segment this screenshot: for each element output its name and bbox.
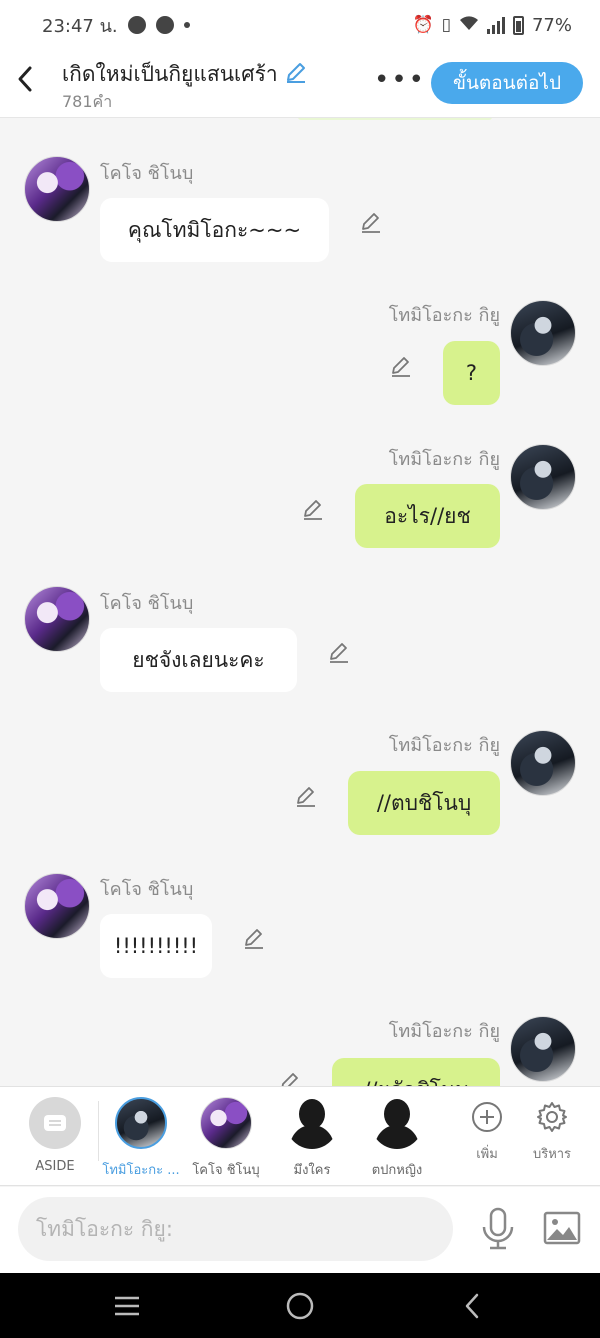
aside-icon — [29, 1097, 81, 1149]
silhouette-avatar — [286, 1097, 338, 1149]
giyu-avatar[interactable] — [510, 444, 576, 510]
system-navigation-bar — [0, 1273, 600, 1338]
story-title[interactable]: เกิดใหม่เป็นกิยูแสนเศร้า — [62, 58, 308, 91]
back-button[interactable] — [12, 64, 38, 100]
message-sender: โคโจ ชิโนบุ — [100, 163, 194, 184]
plus-circle-icon — [457, 1099, 517, 1135]
giyu-avatar[interactable] — [510, 730, 576, 796]
next-step-button[interactable]: ขั้นตอนต่อไป — [431, 62, 583, 104]
chat-area[interactable]: โคโจ ชิโนบุ คุณโทมิโอกะ~~~ โทมิโอะกะ กิย… — [0, 118, 600, 1086]
vibrate-icon: ▯ — [441, 15, 451, 35]
microphone-button[interactable] — [480, 1207, 516, 1251]
character-label: มึงใคร — [293, 1163, 331, 1178]
giyu-avatar[interactable] — [510, 300, 576, 366]
edit-message-icon[interactable] — [327, 640, 351, 664]
alarm-icon: ⏰ — [412, 15, 434, 35]
menu-icon — [115, 1296, 139, 1316]
character-unknown[interactable]: มึงใคร — [272, 1097, 352, 1180]
message-sender: โคโจ ชิโนบุ — [100, 593, 194, 614]
image-button[interactable] — [543, 1211, 581, 1245]
facebook-icon — [155, 16, 174, 34]
divider — [98, 1101, 99, 1161]
message-bubble[interactable]: ? — [443, 341, 500, 405]
story-header: เกิดใหม่เป็นกิยูแสนเศร้า 781คำ ••• ขั้นต… — [0, 50, 600, 118]
giyu-avatar[interactable] — [510, 1016, 576, 1082]
chevron-left-icon — [465, 1293, 479, 1319]
silhouette-avatar — [371, 1097, 423, 1149]
character-shinobu[interactable]: โคโจ ชิโนบุ — [186, 1097, 266, 1180]
edit-message-icon[interactable] — [242, 926, 266, 950]
message-sender: โทมิโอะกะ กิยู — [388, 449, 500, 470]
shinobu-avatar — [200, 1097, 252, 1149]
home-button[interactable] — [280, 1291, 320, 1321]
composer — [0, 1187, 600, 1273]
message-bubble[interactable]: อะไร//ยช — [355, 484, 500, 548]
character-aside[interactable]: ASIDE — [15, 1097, 95, 1174]
shinobu-avatar[interactable] — [24, 873, 90, 939]
edit-title-icon[interactable] — [284, 60, 308, 89]
word-count: 781คำ — [62, 92, 113, 111]
story-title-text: เกิดใหม่เป็นกิยูแสนเศร้า — [62, 62, 278, 86]
status-bar: 23:47 น. ⏰ ▯ 77% — [0, 0, 600, 50]
signal-icon — [486, 16, 505, 34]
manage-characters-button[interactable]: บริหาร — [522, 1099, 582, 1164]
edit-message-icon[interactable] — [278, 1070, 302, 1086]
giyu-avatar — [115, 1097, 167, 1149]
character-label: โทมิโอะกะ ... — [102, 1163, 180, 1178]
message-bubble[interactable]: //ตบชิโนบุ — [348, 771, 500, 835]
system-back-button[interactable] — [452, 1291, 492, 1321]
message-bubble[interactable]: คุณโทมิโอกะ~~~ — [100, 198, 329, 262]
manage-label: บริหาร — [532, 1147, 572, 1162]
battery-icon — [512, 15, 524, 35]
character-extra[interactable]: ตปกหญิง — [357, 1097, 437, 1180]
home-circle-icon — [286, 1292, 314, 1320]
character-label: ตปกหญิง — [371, 1163, 423, 1178]
message-input[interactable] — [18, 1197, 453, 1261]
message-bubble[interactable]: !!!!!!!!!! — [100, 914, 212, 978]
previous-bubble-edge — [298, 118, 492, 120]
character-giyu[interactable]: โทมิโอะกะ ... — [101, 1097, 181, 1180]
edit-message-icon[interactable] — [389, 354, 413, 378]
message-sender: โทมิโอะกะ กิยู — [388, 1021, 500, 1042]
battery-percent: 77% — [531, 14, 572, 36]
message-sender: โคโจ ชิโนบุ — [100, 879, 194, 900]
add-label: เพิ่ม — [476, 1147, 498, 1162]
more-options-button[interactable]: ••• — [374, 67, 426, 93]
message-bubble[interactable]: ยชจังเลยนะคะ — [100, 628, 297, 692]
more-notifications-icon — [183, 22, 190, 28]
shinobu-avatar[interactable] — [24, 586, 90, 652]
shinobu-avatar[interactable] — [24, 156, 90, 222]
character-label: ASIDE — [35, 1159, 75, 1174]
edit-message-icon[interactable] — [359, 210, 383, 234]
microphone-icon — [482, 1207, 514, 1250]
edit-message-icon[interactable] — [294, 784, 318, 808]
character-selector: ASIDE โทมิโอะกะ ... โคโจ ชิโนบุ มึงใคร ต… — [0, 1086, 600, 1186]
wifi-icon — [459, 15, 479, 36]
add-character-button[interactable]: เพิ่ม — [457, 1099, 517, 1164]
message-bubble[interactable]: //ผลักชิโนบุ — [332, 1058, 500, 1086]
recent-apps-button[interactable] — [107, 1291, 147, 1321]
image-icon — [543, 1211, 581, 1245]
notification-icon — [127, 16, 146, 34]
message-sender: โทมิโอะกะ กิยู — [388, 305, 500, 326]
gear-icon — [522, 1099, 582, 1135]
status-time: 23:47 น. — [42, 15, 118, 37]
message-sender: โทมิโอะกะ กิยู — [388, 735, 500, 756]
edit-message-icon[interactable] — [301, 497, 325, 521]
character-label: โคโจ ชิโนบุ — [192, 1163, 260, 1178]
chevron-left-icon — [18, 66, 32, 92]
